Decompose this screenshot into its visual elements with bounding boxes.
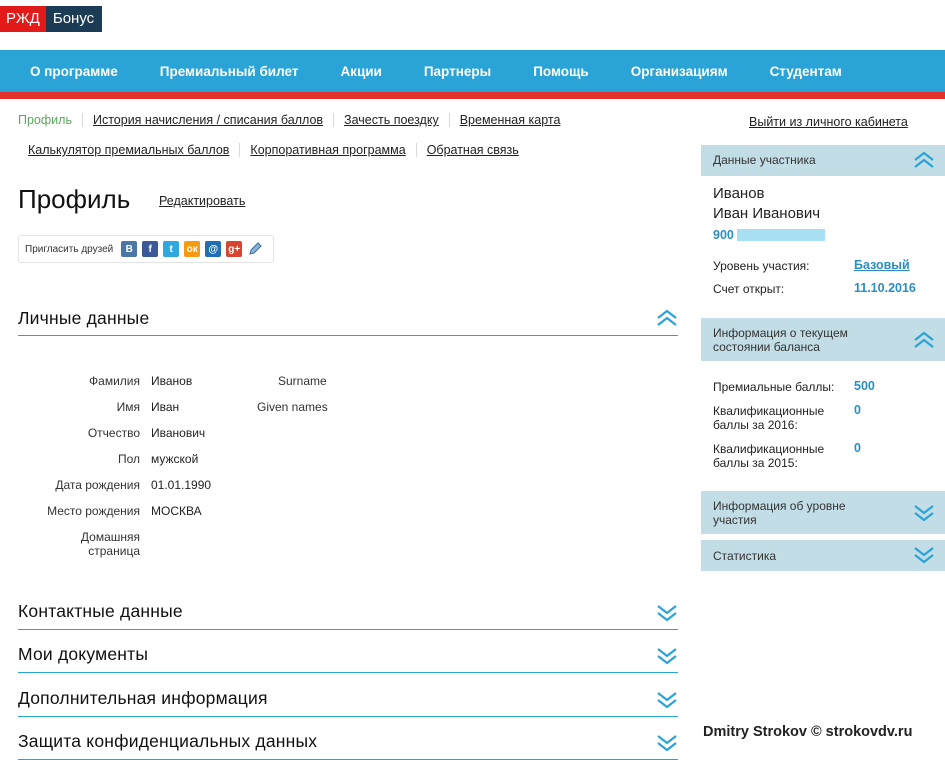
chevron-down-icon[interactable] bbox=[656, 647, 678, 665]
logo-bonus: Бонус bbox=[45, 6, 103, 32]
chevron-down-icon[interactable] bbox=[656, 734, 678, 752]
sidebar-premium-label: Премиальные баллы: bbox=[713, 380, 835, 394]
chevron-down-icon[interactable] bbox=[913, 546, 935, 564]
sub-nav-row-2: Калькулятор премиальных баллов Корпорати… bbox=[28, 143, 529, 157]
section-personal-data[interactable]: Личные данные bbox=[18, 308, 678, 336]
sidebar-qual2015-label-2: баллы за 2015: bbox=[713, 456, 798, 470]
facebook-icon[interactable]: f bbox=[142, 241, 159, 257]
logo-rzd: РЖД bbox=[0, 6, 46, 32]
google-plus-icon[interactable]: g+ bbox=[226, 241, 243, 257]
sidebar-account-number: 900 bbox=[713, 228, 734, 242]
chevron-down-icon[interactable] bbox=[913, 504, 935, 522]
sidebar-stats-title: Статистика bbox=[713, 549, 777, 563]
mail-icon[interactable]: @ bbox=[205, 241, 222, 257]
value-birthdate: 01.01.1990 bbox=[151, 478, 212, 492]
chevron-down-icon[interactable] bbox=[656, 691, 678, 709]
sidebar-participant-header[interactable]: Данные участника bbox=[701, 145, 945, 176]
value-gender: мужской bbox=[151, 452, 199, 466]
sidebar-premium-value: 500 bbox=[854, 379, 875, 393]
section-personal-title: Личные данные bbox=[18, 308, 150, 328]
sidebar-qual2016-label-1: Квалификационные bbox=[713, 404, 825, 418]
value-surname: Иванов bbox=[151, 374, 193, 388]
sidebar-level-link[interactable]: Базовый bbox=[854, 258, 910, 272]
sidebar-qual2015-value: 0 bbox=[854, 441, 861, 455]
sidebar-opened-label: Счет открыт: bbox=[713, 282, 785, 296]
account-number-mask bbox=[737, 229, 825, 241]
label-birthdate: Дата рождения bbox=[55, 478, 140, 492]
nav-promotions[interactable]: Акции bbox=[340, 64, 381, 79]
page-title: Профиль bbox=[18, 184, 131, 214]
section-contacts[interactable]: Контактные данные bbox=[18, 601, 678, 630]
subnav-feedback[interactable]: Обратная связь bbox=[415, 143, 529, 157]
vk-icon[interactable]: В bbox=[121, 241, 138, 257]
label-homepage-2: страница bbox=[88, 544, 140, 558]
section-additional[interactable]: Дополнительная информация bbox=[18, 688, 678, 717]
label-name: Имя bbox=[116, 400, 140, 414]
section-privacy[interactable]: Защита конфиденциальных данных bbox=[18, 731, 678, 760]
nav-accent-line bbox=[0, 92, 945, 99]
nav-partners[interactable]: Партнеры bbox=[424, 64, 491, 79]
value-patronymic: Иванович bbox=[151, 426, 206, 440]
section-documents-title: Мои документы bbox=[18, 644, 149, 664]
nav-about[interactable]: О программе bbox=[30, 64, 118, 79]
sub-nav-row-1: Профиль История начисления / списания ба… bbox=[18, 113, 570, 127]
nav-students[interactable]: Студентам bbox=[770, 64, 842, 79]
label-birthplace: Место рождения bbox=[47, 504, 140, 518]
subnav-calculator[interactable]: Калькулятор премиальных баллов bbox=[28, 143, 239, 157]
label-patronymic: Отчество bbox=[87, 426, 140, 440]
sidebar-balance-title-1: Информация о текущем bbox=[713, 326, 848, 340]
section-contacts-title: Контактные данные bbox=[18, 601, 183, 621]
subnav-profile[interactable]: Профиль bbox=[18, 113, 82, 127]
section-privacy-title: Защита конфиденциальных данных bbox=[18, 731, 318, 751]
subnav-history[interactable]: История начисления / списания баллов bbox=[81, 113, 333, 127]
sidebar-level-info-header[interactable]: Информация об уровне участия bbox=[701, 491, 945, 534]
label-surname-en: Surname bbox=[278, 374, 327, 388]
livejournal-icon[interactable] bbox=[247, 241, 264, 257]
odnoklassniki-icon[interactable]: ок bbox=[184, 241, 201, 257]
label-surname: Фамилия bbox=[89, 374, 140, 388]
chevron-up-icon[interactable] bbox=[913, 331, 935, 349]
label-homepage-1: Домашняя bbox=[80, 530, 140, 544]
sidebar-qual2016-label-2: баллы за 2016: bbox=[713, 418, 798, 432]
invite-friends-box: Пригласить друзей В f t ок @ g+ bbox=[18, 235, 274, 263]
twitter-icon[interactable]: t bbox=[163, 241, 180, 257]
sidebar-participant-title: Данные участника bbox=[713, 153, 816, 167]
sidebar-name: Иван Иванович bbox=[713, 205, 821, 222]
chevron-up-icon[interactable] bbox=[656, 309, 678, 327]
invite-label: Пригласить друзей bbox=[25, 243, 114, 255]
sidebar-level-label: Уровень участия: bbox=[713, 259, 810, 273]
sidebar-balance-title-2: состоянии баланса bbox=[713, 340, 820, 354]
watermark: Dmitry Strokov © strokovdv.ru bbox=[703, 724, 913, 740]
edit-profile-link[interactable]: Редактировать bbox=[159, 194, 245, 208]
sidebar-surname: Иванов bbox=[713, 185, 765, 202]
sidebar-balance-header[interactable]: Информация о текущем состоянии баланса bbox=[701, 318, 945, 361]
logo[interactable]: РЖД Бонус bbox=[0, 6, 103, 32]
section-documents[interactable]: Мои документы bbox=[18, 644, 678, 673]
label-gender: Пол bbox=[117, 452, 140, 466]
sidebar-stats-header[interactable]: Статистика bbox=[701, 540, 945, 571]
top-nav: О программе Премиальный билет Акции Парт… bbox=[0, 50, 945, 92]
value-name: Иван bbox=[151, 400, 180, 414]
nav-help[interactable]: Помощь bbox=[533, 64, 589, 79]
subnav-corporate[interactable]: Корпоративная программа bbox=[239, 143, 415, 157]
label-given-en: Given names bbox=[257, 400, 328, 414]
logout-link[interactable]: Выйти из личного кабинета bbox=[749, 115, 908, 129]
sidebar-opened-date: 11.10.2016 bbox=[854, 281, 916, 295]
chevron-down-icon[interactable] bbox=[656, 604, 678, 622]
nav-organizations[interactable]: Организациям bbox=[631, 64, 728, 79]
sidebar-qual2016-value: 0 bbox=[854, 403, 861, 417]
value-birthplace: МОСКВА bbox=[151, 504, 202, 518]
subnav-count-trip[interactable]: Зачесть поездку bbox=[333, 113, 449, 127]
sidebar-qual2015-label-1: Квалификационные bbox=[713, 442, 825, 456]
nav-premium-ticket[interactable]: Премиальный билет bbox=[160, 64, 299, 79]
chevron-up-icon[interactable] bbox=[913, 151, 935, 169]
section-additional-title: Дополнительная информация bbox=[18, 688, 268, 708]
sidebar-level-info-2: участия bbox=[713, 513, 757, 527]
subnav-temp-card[interactable]: Временная карта bbox=[448, 113, 571, 127]
sidebar-level-info-1: Информация об уровне bbox=[713, 499, 846, 513]
